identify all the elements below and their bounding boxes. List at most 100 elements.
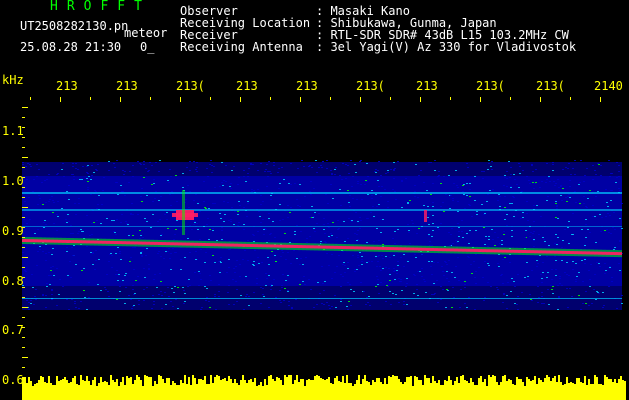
noise-speck [377,170,379,171]
noise-speck [180,259,182,260]
noise-speck [494,232,496,233]
noise-speck [342,276,344,277]
noise-speck [366,181,368,182]
noise-speck [294,234,296,235]
noise-speck [26,300,28,301]
noise-speck [431,274,433,275]
carrier-line [598,251,602,255]
noise-speck [114,232,116,233]
noise-speck [24,201,26,202]
power-sample [450,380,452,400]
noise-speck [382,219,384,220]
power-sample [108,385,110,400]
noise-speck [388,268,390,269]
noise-speck [236,260,238,261]
noise-speck [558,187,560,188]
noise-speck [506,295,508,296]
power-sample [514,385,516,400]
power-sample [238,385,240,400]
noise-speck [259,216,261,217]
noise-speck [283,179,285,180]
noise-speck [334,169,336,170]
noise-speck [585,303,587,304]
noise-speck [487,282,489,283]
x-tick-mark [450,97,451,100]
noise-speck [170,269,172,270]
power-sample [114,382,116,400]
noise-speck [137,214,139,215]
power-sample [360,384,362,400]
noise-speck [120,185,122,186]
power-sample [174,383,176,400]
noise-speck [392,189,394,190]
noise-speck [352,198,354,199]
carrier-line [90,240,94,244]
noise-speck [116,270,118,271]
noise-speck [170,253,172,254]
power-sample [164,383,166,400]
noise-speck [371,195,373,196]
y-tick-label: 0.9 [2,224,24,238]
noise-speck [195,169,197,170]
noise-speck [567,227,569,228]
noise-speck [375,194,377,195]
noise-speck [448,232,450,233]
noise-speck [290,163,292,164]
noise-speck [361,256,363,257]
noise-speck [268,161,270,162]
power-sample [466,381,468,400]
noise-speck [436,280,438,281]
noise-speck [133,269,135,270]
noise-speck [328,265,330,266]
noise-speck [225,181,227,182]
noise-speck [233,304,235,305]
noise-speck [423,182,425,183]
power-sample [224,378,226,400]
noise-speck [339,175,341,176]
power-sample [318,376,320,400]
power-sample [518,379,520,400]
power-sample [302,379,304,400]
power-sample [234,379,236,400]
noise-speck [299,264,301,265]
noise-speck [488,160,490,161]
noise-speck [175,252,177,253]
noise-speck [533,188,535,189]
noise-speck [91,234,93,235]
noise-speck [497,263,499,264]
noise-speck [230,183,232,184]
noise-speck [287,291,289,292]
noise-speck [475,254,477,255]
noise-speck [619,190,621,191]
noise-speck [424,281,426,282]
noise-speck [488,236,490,237]
noise-speck [303,166,305,167]
noise-speck [548,245,550,246]
power-sample [230,379,232,400]
carrier-line [322,245,326,249]
power-sample [396,376,398,400]
power-sample [128,378,130,400]
power-sample [316,375,318,400]
noise-speck [132,289,134,290]
noise-speck [378,186,380,187]
noise-speck [256,283,258,284]
noise-speck [535,169,537,170]
noise-speck [420,228,422,229]
noise-speck [503,234,505,235]
noise-speck [484,297,486,298]
x-axis-tick-marks [30,97,601,102]
carrier-line [498,249,502,253]
noise-speck [526,176,528,177]
noise-speck [239,276,241,277]
carrier-line [142,241,146,245]
carrier-line [438,248,442,252]
power-sample [506,381,508,400]
noise-speck [365,180,367,181]
noise-speck [234,211,236,212]
noise-speck [596,291,598,292]
power-sample [178,385,180,400]
noise-speck [195,194,197,195]
carrier-line [346,246,350,250]
carrier-line [426,247,430,251]
